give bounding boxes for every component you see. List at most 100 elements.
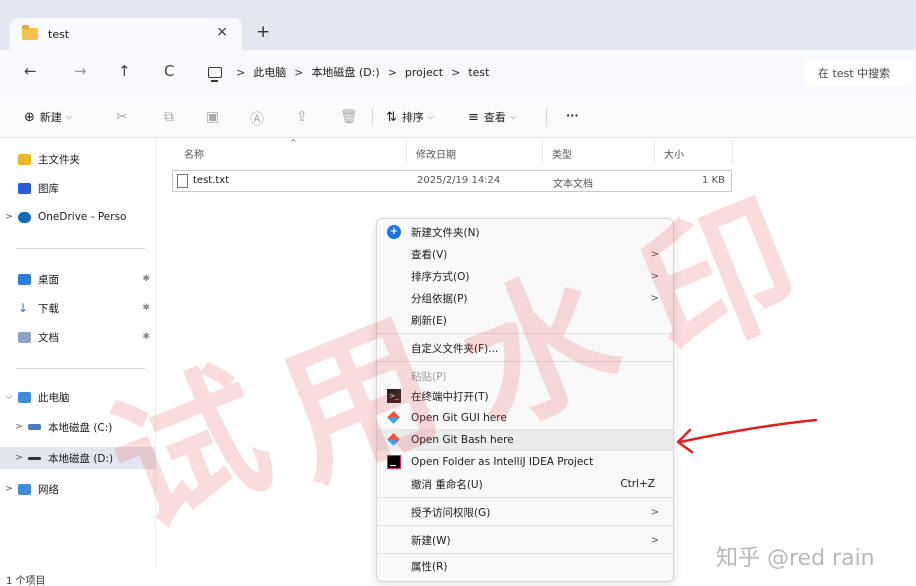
chevron-down-icon[interactable]: ⌵ (0, 392, 18, 402)
menu-item-paste: 粘贴(P) (377, 365, 673, 387)
column-header-type[interactable]: 类型 (552, 146, 572, 161)
sort-ascending-icon: ^ (290, 138, 297, 147)
annotation-arrow (676, 418, 818, 454)
address-bar[interactable]: > 此电脑 > 本地磁盘 (D:) > project > test (200, 58, 792, 86)
sidebar-item-label: 本地磁盘 (D:) (48, 452, 114, 465)
menu-separator (377, 361, 673, 362)
sidebar-item-label: 下载 (38, 302, 59, 315)
network-icon (18, 483, 31, 495)
refresh-button[interactable]: C (164, 62, 174, 80)
cut-icon[interactable]: ✂ (116, 109, 128, 125)
file-row[interactable]: test.txt 2025/2/19 14:24 文本文档 1 KB (172, 170, 732, 192)
text-file-icon (177, 174, 188, 188)
menu-item-open-in-terminal[interactable]: >_ 在终端中打开(T) (377, 385, 673, 407)
chevron-right-icon[interactable]: > (10, 453, 28, 463)
chevron-right-icon[interactable]: > (0, 484, 18, 494)
sidebar-item-label: OneDrive - Perso (38, 211, 127, 223)
column-divider[interactable] (654, 140, 655, 164)
menu-separator (377, 525, 673, 526)
pin-icon: ✱ (142, 274, 150, 284)
menu-item-label: 刷新(E) (411, 314, 447, 327)
menu-item-label: 授予访问权限(G) (411, 506, 491, 519)
sidebar-item-network[interactable]: > 网络 (0, 478, 156, 500)
menu-item-new[interactable]: 新建(W) > (377, 529, 673, 551)
column-header-modified[interactable]: 修改日期 (416, 146, 456, 161)
tab-test[interactable]: test × (10, 18, 242, 50)
menu-item-label: 粘贴(P) (411, 370, 447, 383)
menu-item-properties[interactable]: 属性(R) (377, 555, 673, 577)
column-divider[interactable] (542, 140, 543, 164)
breadcrumb-this-pc[interactable]: 此电脑 (253, 64, 286, 80)
sort-button[interactable]: ⇅ 排序 ⌵ (386, 109, 434, 125)
menu-item-open-git-bash[interactable]: Open Git Bash here (377, 429, 673, 451)
menu-item-label: 自定义文件夹(F)... (411, 342, 499, 355)
new-tab-button[interactable]: + (256, 22, 270, 42)
search-input[interactable]: 在 test 中搜索 (804, 60, 912, 86)
sidebar-item-documents[interactable]: 文档 ✱ (0, 326, 156, 348)
rename-icon[interactable]: Ⓐ (250, 109, 264, 129)
toolbar-divider (546, 108, 547, 126)
share-icon[interactable]: ⇪ (296, 109, 308, 125)
sidebar-item-drive-c[interactable]: > 本地磁盘 (C:) (0, 416, 156, 438)
sidebar-item-onedrive[interactable]: > OneDrive - Perso (0, 206, 156, 228)
breadcrumb-project[interactable]: project (405, 66, 443, 79)
sidebar-item-drive-d[interactable]: > 本地磁盘 (D:) (0, 447, 156, 469)
menu-item-open-intellij[interactable]: Open Folder as IntelliJ IDEA Project (377, 451, 673, 473)
copy-icon[interactable]: ⧉ (164, 109, 174, 125)
view-button[interactable]: ≡ 查看 ⌵ (468, 109, 516, 125)
forward-button[interactable]: → (74, 62, 87, 80)
sidebar-item-home[interactable]: 主文件夹 (0, 148, 156, 170)
drive-d-icon (28, 456, 41, 460)
tab-bar: test × + (0, 0, 916, 50)
up-button[interactable]: ↑ (118, 62, 131, 80)
breadcrumb-test[interactable]: test (468, 66, 489, 79)
git-icon (387, 411, 401, 425)
navigation-bar: ← → ↑ C > 此电脑 > 本地磁盘 (D:) > project > te… (0, 50, 916, 96)
column-divider[interactable] (732, 140, 733, 164)
column-divider[interactable] (406, 140, 407, 164)
menu-item-group-by[interactable]: 分组依据(P) > (377, 287, 673, 309)
new-button[interactable]: ⊕ 新建 ⌵ (24, 109, 72, 125)
chevron-right-icon: > (650, 270, 659, 282)
tab-title: test (48, 27, 70, 41)
menu-item-view[interactable]: 查看(V) > (377, 243, 673, 265)
menu-item-undo-rename[interactable]: 撤消 重命名(U) Ctrl+Z (377, 473, 673, 495)
column-header-size[interactable]: 大小 (664, 146, 684, 161)
git-icon (387, 433, 401, 447)
back-button[interactable]: ← (24, 62, 37, 80)
sidebar-item-label: 本地磁盘 (C:) (48, 421, 113, 434)
terminal-icon: >_ (387, 389, 401, 403)
status-bar-item-count: 1 个项目 (6, 576, 46, 586)
chevron-right-icon[interactable]: > (10, 422, 28, 432)
menu-item-sort-by[interactable]: 排序方式(O) > (377, 265, 673, 287)
pin-icon: ✱ (142, 332, 150, 342)
menu-item-open-git-gui[interactable]: Open Git GUI here (377, 407, 673, 429)
chevron-right-icon: > (650, 534, 659, 546)
sidebar-item-gallery[interactable]: 图库 (0, 177, 156, 199)
paste-icon[interactable]: ▣ (206, 109, 219, 125)
menu-item-give-access[interactable]: 授予访问权限(G) > (377, 501, 673, 523)
menu-item-refresh[interactable]: 刷新(E) (377, 309, 673, 331)
plus-circle-icon: ⊕ (24, 109, 35, 125)
more-options-button[interactable]: ··· (566, 109, 579, 122)
new-label: 新建 (39, 111, 62, 124)
breadcrumb-drive-d[interactable]: 本地磁盘 (D:) (311, 64, 379, 80)
chevron-right-icon: > (650, 248, 659, 260)
folder-icon (22, 25, 38, 40)
close-icon[interactable]: × (216, 24, 228, 40)
chevron-down-icon: ⌵ (427, 112, 434, 121)
sidebar-divider (16, 368, 146, 369)
sidebar-item-label: 文档 (38, 331, 59, 344)
sidebar-item-label: 网络 (38, 483, 59, 496)
menu-item-new-folder[interactable]: + 新建文件夹(N) (377, 221, 673, 243)
new-folder-icon: + (387, 225, 401, 239)
menu-item-label: 排序方式(O) (411, 270, 470, 283)
sidebar-item-desktop[interactable]: 桌面 ✱ (0, 268, 156, 290)
sidebar-item-downloads[interactable]: ↓ 下载 ✱ (0, 297, 156, 319)
delete-icon[interactable]: 🗑 (340, 109, 358, 125)
column-header-name[interactable]: 名称 (184, 146, 204, 161)
chevron-right-icon[interactable]: > (0, 212, 18, 222)
menu-item-customize-folder[interactable]: 自定义文件夹(F)... (377, 337, 673, 359)
command-bar: ⊕ 新建 ⌵ ✂ ⧉ ▣ Ⓐ ⇪ 🗑 ⇅ 排序 ⌵ ≡ 查看 ⌵ ··· (0, 96, 916, 138)
sidebar-item-this-pc[interactable]: ⌵ 此电脑 (0, 386, 156, 408)
